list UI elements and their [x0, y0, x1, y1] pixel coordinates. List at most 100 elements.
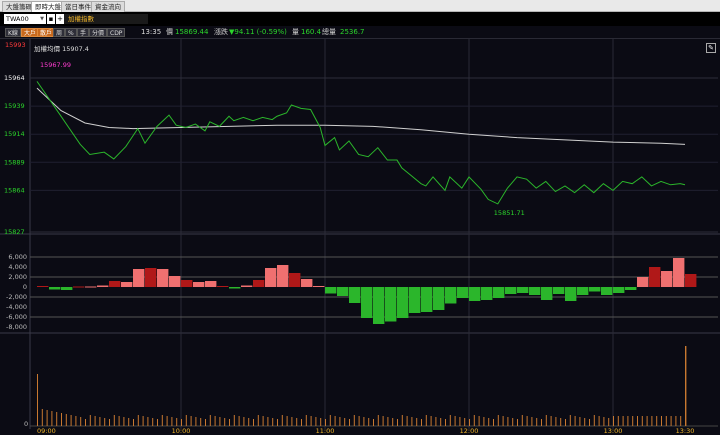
volume-bar [137, 415, 139, 426]
volume-bar [632, 416, 634, 426]
buy-flow-bar [133, 269, 145, 287]
price-tick-label: 15939 [4, 102, 25, 110]
volume-bar [229, 419, 230, 426]
time-tick-label: 13:30 [676, 427, 695, 435]
buy-flow-bar [169, 276, 181, 287]
volume-bar [344, 418, 346, 426]
volume-bar [459, 417, 461, 426]
sell-flow-bar [517, 287, 529, 293]
add-button[interactable]: + [56, 14, 64, 24]
minus-button[interactable]: ▪ [47, 14, 55, 24]
volume-bar [382, 416, 384, 426]
sell-flow-bar [577, 287, 589, 295]
percent-button[interactable]: % [65, 28, 77, 37]
symbol-input[interactable]: TWA00 ▼ [4, 14, 46, 24]
volume-bar [349, 419, 350, 426]
average-price-line [36, 87, 686, 145]
flow-tick-label: -6,000 [6, 313, 27, 321]
intraday-chart: 15993 加權均價 15907.4 15967.99 15964 15939 15914… [0, 39, 720, 435]
flow-tick-label: 6,000 [8, 253, 27, 261]
sell-flow-bar [409, 287, 421, 313]
buy-flow-bar [157, 269, 169, 287]
tab-bar: 大盤籌碼 即時大盤 當日事件 資金流向 [0, 0, 720, 12]
volume-bar [157, 419, 158, 426]
sell-flow-bar [529, 287, 541, 295]
flow-tick-label: 0 [23, 283, 27, 291]
volume-bar [589, 419, 590, 426]
time-tick-label: 10:00 [172, 427, 191, 435]
chart-canvas: 15993 加權均價 15907.4 15967.99 15964 15939 15914… [0, 39, 720, 435]
volume-bar [411, 417, 413, 426]
volume-bar [233, 415, 235, 426]
volume-bar [243, 417, 245, 426]
volume-bar [502, 416, 504, 426]
volume-bar [89, 415, 91, 426]
volume-bar [478, 416, 480, 426]
buy-flow-bar [301, 279, 313, 287]
volume-bar [454, 416, 456, 426]
volume-label: 量 [292, 28, 299, 36]
sell-flow-bar [373, 287, 385, 324]
volume-bar [665, 416, 667, 426]
volume-bar [373, 419, 374, 426]
volume-bar [123, 417, 125, 426]
volume-bar [358, 416, 360, 426]
volume-bar [339, 417, 341, 426]
volume-bar [51, 411, 53, 426]
tab-fund-flow[interactable]: 資金流向 [91, 1, 125, 12]
volume-bar [377, 415, 379, 426]
volume-bar [181, 419, 182, 426]
total-volume-label: 總量 [322, 28, 336, 36]
sell-flow-bar [49, 287, 61, 290]
volume-bar [152, 418, 154, 426]
volume-bar [37, 374, 38, 426]
sell-flow-bar [469, 287, 481, 301]
volume-bar [637, 416, 638, 426]
buy-flow-bar [685, 274, 697, 287]
volume-bar [281, 415, 283, 426]
volume-bar [253, 419, 254, 426]
price-tick-label: 15827 [4, 228, 25, 236]
volume-bar [416, 418, 418, 426]
buy-flow-bar [181, 280, 193, 287]
sell-flow-bar [565, 287, 577, 301]
buy-flow-bar [73, 286, 85, 288]
buy-flow-bar [241, 285, 253, 287]
volume-bar [205, 419, 206, 426]
lot-button[interactable]: 手 [77, 28, 90, 37]
volume-bar [219, 417, 221, 426]
volume-bar [118, 416, 120, 426]
volume-bar [603, 417, 605, 426]
volume-bar [497, 415, 499, 426]
tab-daily-events[interactable]: 當日事件 [61, 1, 95, 12]
volume-bar [272, 418, 274, 426]
sell-flow-bar [385, 287, 397, 322]
volume-bar [675, 416, 677, 426]
settings-icon[interactable]: ✎ [706, 43, 716, 53]
sell-flow-bar [433, 287, 445, 310]
price-distribution-button[interactable]: 分價 [89, 28, 108, 37]
volume-bar [608, 418, 610, 426]
volume-bar [353, 415, 355, 426]
dropdown-arrow-icon[interactable]: ▼ [40, 14, 44, 24]
volume-bar [171, 417, 173, 426]
sell-flow-bar [229, 287, 241, 289]
week-button[interactable]: 周 [53, 28, 66, 37]
cdp-button[interactable]: CDP [107, 28, 126, 37]
kline-button[interactable]: K線 [5, 28, 21, 37]
volume-bar [176, 418, 178, 426]
volume-bar [392, 418, 394, 426]
sell-flow-bar [421, 287, 433, 312]
volume-bar [445, 419, 446, 426]
volume-bar [560, 418, 562, 426]
volume-bar [646, 416, 648, 426]
sell-flow-bar [493, 287, 505, 298]
chart-title: 加權均價 15907.4 [34, 44, 89, 53]
volume-bar [569, 415, 571, 426]
volume-bar [469, 419, 470, 426]
volume-bar [41, 409, 43, 426]
tab-realtime-market[interactable]: 即時大盤 [31, 1, 65, 12]
price-tick-label: 15914 [4, 130, 25, 138]
volume-bar [541, 419, 542, 426]
volume-bar [286, 416, 288, 426]
